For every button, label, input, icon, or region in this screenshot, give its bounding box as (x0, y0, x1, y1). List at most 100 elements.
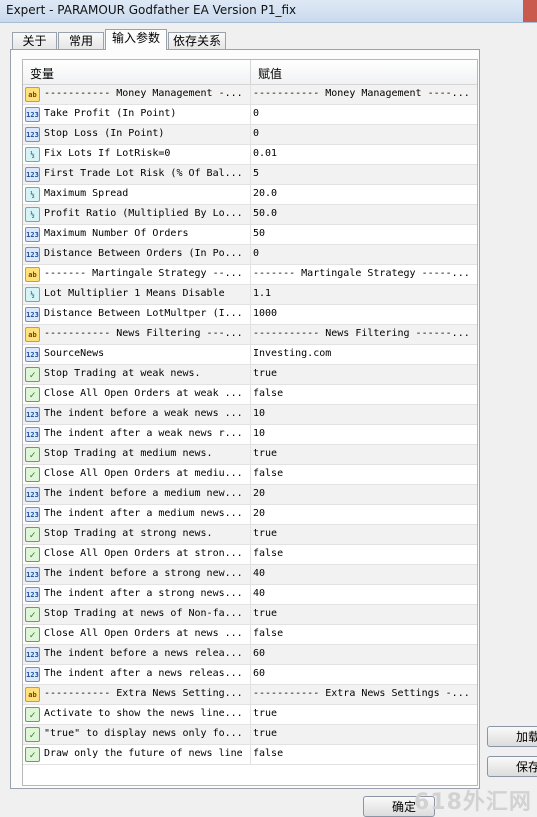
cell-divider (250, 505, 251, 525)
integer-type-icon: 123 (25, 667, 40, 682)
boolean-type-icon: ✓ (25, 627, 40, 642)
cell-divider (250, 645, 251, 665)
window-title: Expert - PARAMOUR Godfather EA Version P… (6, 3, 297, 17)
parameter-row[interactable]: ½ Lot Multiplier 1 Means Disable 1.1 (23, 285, 477, 305)
parameter-value[interactable]: 0 (253, 128, 475, 139)
parameter-value[interactable]: 0 (253, 108, 475, 119)
variable-column-header[interactable]: 变量 (30, 65, 54, 82)
parameter-row[interactable]: ✓ Draw only the future of news line false (23, 745, 477, 765)
parameter-row[interactable]: 123 Maximum Number Of Orders 50 (23, 225, 477, 245)
parameter-row[interactable]: ✓ Activate to show the news line... true (23, 705, 477, 725)
parameter-value[interactable]: Investing.com (253, 348, 475, 359)
column-divider[interactable] (250, 60, 251, 84)
parameter-row[interactable]: 123 Take Profit (In Point) 0 (23, 105, 477, 125)
parameter-row[interactable]: ✓ Stop Trading at medium news. true (23, 445, 477, 465)
parameter-value[interactable]: 10 (253, 408, 475, 419)
parameter-row[interactable]: 123 The indent before a news relea... 60 (23, 645, 477, 665)
integer-type-icon: 123 (25, 567, 40, 582)
parameter-name: Take Profit (In Point) (44, 108, 177, 119)
parameter-row[interactable]: ½ Profit Ratio (Multiplied By Lo... 50.0 (23, 205, 477, 225)
value-column-header[interactable]: 赋值 (258, 65, 282, 82)
parameter-value[interactable]: 0.01 (253, 148, 475, 159)
parameter-value[interactable]: false (253, 748, 475, 759)
parameter-value[interactable]: 20 (253, 508, 475, 519)
parameter-value[interactable]: 1.1 (253, 288, 475, 299)
integer-type-icon: 123 (25, 647, 40, 662)
parameter-value[interactable]: ------- Martingale Strategy -----... (253, 268, 475, 279)
parameter-name: Lot Multiplier 1 Means Disable (44, 288, 225, 299)
parameter-value[interactable]: true (253, 528, 475, 539)
integer-type-icon: 123 (25, 127, 40, 142)
parameter-row[interactable]: 123 Stop Loss (In Point) 0 (23, 125, 477, 145)
parameter-value[interactable]: 40 (253, 588, 475, 599)
parameter-row[interactable]: ab ----------- News Filtering ---... -----… (23, 325, 477, 345)
parameter-value[interactable]: 0 (253, 248, 475, 259)
parameter-row[interactable]: ✓ Close All Open Orders at mediu... false (23, 465, 477, 485)
parameter-value[interactable]: false (253, 628, 475, 639)
parameter-value[interactable]: 20.0 (253, 188, 475, 199)
parameter-value[interactable]: true (253, 368, 475, 379)
parameter-value[interactable]: 40 (253, 568, 475, 579)
parameter-value[interactable]: 60 (253, 648, 475, 659)
parameter-value[interactable]: 50 (253, 228, 475, 239)
parameter-row[interactable]: 123 The indent before a medium new... 20 (23, 485, 477, 505)
parameter-row[interactable]: 123 The indent after a medium news... 20 (23, 505, 477, 525)
parameter-row[interactable]: 123 The indent before a strong new... 40 (23, 565, 477, 585)
parameter-value[interactable]: true (253, 608, 475, 619)
parameter-row[interactable]: 123 Distance Between LotMultper (I... 1000 (23, 305, 477, 325)
parameter-value[interactable]: true (253, 448, 475, 459)
parameter-row[interactable]: ✓ "true" to display news only fo... true (23, 725, 477, 745)
parameter-row[interactable]: ½ Fix Lots If LotRisk=0 0.01 (23, 145, 477, 165)
parameter-row[interactable]: ab ------- Martingale Strategy --... -----… (23, 265, 477, 285)
tab-about[interactable]: 关于 (12, 32, 57, 49)
save-button[interactable]: 保存 (487, 756, 537, 777)
cell-divider (250, 345, 251, 365)
parameter-row[interactable]: ✓ Close All Open Orders at weak ... false (23, 385, 477, 405)
cell-divider (250, 625, 251, 645)
parameter-row[interactable]: ab ----------- Extra News Setting... -----… (23, 685, 477, 705)
close-button[interactable] (523, 0, 537, 22)
parameter-row[interactable]: 123 The indent after a news releas... 60 (23, 665, 477, 685)
tab-dependencies[interactable]: 依存关系 (168, 32, 226, 49)
parameter-value[interactable]: false (253, 468, 475, 479)
parameter-value[interactable]: 5 (253, 168, 475, 179)
parameter-value[interactable]: false (253, 388, 475, 399)
parameter-row[interactable]: ✓ Stop Trading at strong news. true (23, 525, 477, 545)
parameter-row[interactable]: ½ Maximum Spread 20.0 (23, 185, 477, 205)
parameter-value[interactable]: 60 (253, 668, 475, 679)
integer-type-icon: 123 (25, 587, 40, 602)
tab-common[interactable]: 常用 (58, 32, 104, 49)
parameter-row[interactable]: ✓ Close All Open Orders at stron... false (23, 545, 477, 565)
parameter-value[interactable]: ----------- News Filtering ------... (253, 328, 475, 339)
parameter-row[interactable]: ✓ Close All Open Orders at news ... false (23, 625, 477, 645)
parameter-value[interactable]: ----------- Extra News Settings -... (253, 688, 475, 699)
parameter-row[interactable]: ✓ Stop Trading at news of Non-fa... true (23, 605, 477, 625)
parameter-value[interactable]: 50.0 (253, 208, 475, 219)
parameter-row[interactable]: 123 Distance Between Orders (In Po... 0 (23, 245, 477, 265)
parameter-value[interactable]: true (253, 728, 475, 739)
boolean-type-icon: ✓ (25, 727, 40, 742)
parameter-row[interactable]: 123 The indent after a weak news r... 10 (23, 425, 477, 445)
parameter-value[interactable]: 1000 (253, 308, 475, 319)
title-bar: Expert - PARAMOUR Godfather EA Version P… (0, 0, 537, 23)
parameter-value[interactable]: true (253, 708, 475, 719)
parameter-name: ----------- News Filtering ---... (44, 328, 243, 339)
parameter-value[interactable]: 10 (253, 428, 475, 439)
parameter-row[interactable]: 123 The indent after a strong news... 40 (23, 585, 477, 605)
parameter-name: The indent after a medium news... (44, 508, 243, 519)
cell-divider (250, 385, 251, 405)
tab-inputs[interactable]: 输入参数 (105, 29, 167, 50)
parameter-value[interactable]: 20 (253, 488, 475, 499)
cell-divider (250, 705, 251, 725)
parameter-row[interactable]: ab ----------- Money Management -... -----… (23, 85, 477, 105)
double-type-icon: ½ (25, 287, 40, 302)
parameter-row[interactable]: 123 The indent before a weak news ... 10 (23, 405, 477, 425)
parameter-value[interactable]: false (253, 548, 475, 559)
parameter-row[interactable]: 123 SourceNews Investing.com (23, 345, 477, 365)
parameter-name: The indent after a weak news r... (44, 428, 243, 439)
parameter-name: The indent before a strong new... (44, 568, 243, 579)
parameter-value[interactable]: ----------- Money Management ----... (253, 88, 475, 99)
load-button[interactable]: 加载 (487, 726, 537, 747)
parameter-row[interactable]: 123 First Trade Lot Risk (% Of Bal... 5 (23, 165, 477, 185)
parameter-row[interactable]: ✓ Stop Trading at weak news. true (23, 365, 477, 385)
